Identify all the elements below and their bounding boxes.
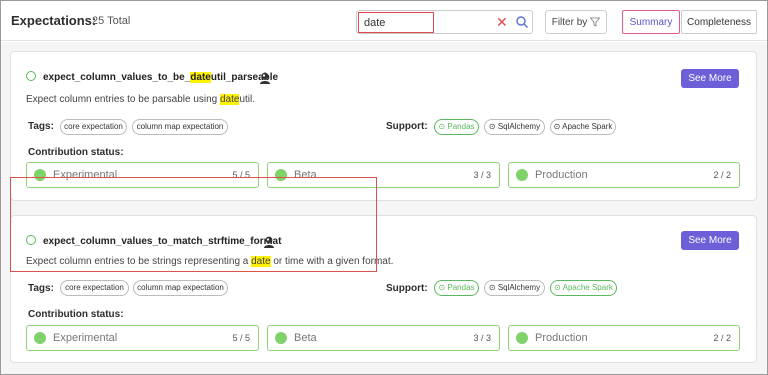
status-production: Production 2 / 2	[508, 325, 740, 351]
check-circle-icon: ⊙	[438, 122, 446, 131]
support-apache-spark: ⊙ Apache Spark	[550, 280, 617, 296]
status-experimental: Experimental 5 / 5	[26, 162, 259, 188]
see-more-button[interactable]: See More	[681, 69, 739, 88]
name-text: expect_column_values_to_be_	[43, 72, 191, 83]
expectations-header: Expectations: 25 Total ✕ Filter by Summa…	[1, 1, 767, 41]
tag-core-expectation: core expectation	[60, 280, 129, 296]
description-highlight: date	[220, 94, 240, 105]
status-production: Production 2 / 2	[508, 162, 740, 188]
expectation-description: Expect column entries to be strings repr…	[26, 256, 393, 267]
support-sqlalchemy: ⊙ SqlAlchemy	[484, 280, 545, 296]
check-circle-icon: ⊙	[438, 283, 446, 292]
status-beta: Beta 3 / 3	[267, 325, 500, 351]
tag-column-map-expectation: column map expectation	[133, 280, 228, 296]
check-circle-icon: ⊙	[488, 283, 496, 292]
status-name: Experimental	[53, 169, 118, 181]
tab-completeness[interactable]: Completeness	[681, 10, 757, 34]
description-text-suffix: or time with a given format.	[270, 256, 394, 267]
status-name: Production	[535, 332, 588, 344]
expectation-name[interactable]: expect_column_values_to_match_strftime_f…	[43, 236, 281, 247]
support-name: Pandas	[447, 283, 475, 292]
contributor-avatar-icon	[264, 236, 274, 248]
check-circle-icon: ⊙	[553, 122, 561, 131]
status-count: 5 / 5	[232, 333, 250, 343]
support-name: SqlAlchemy	[497, 283, 541, 292]
filter-label: Filter by	[551, 16, 588, 28]
contribution-status-label: Contribution status:	[28, 309, 124, 320]
status-name: Beta	[294, 332, 317, 344]
description-text: Expect column entries to be strings repr…	[26, 256, 252, 267]
status-beta: Beta 3 / 3	[267, 162, 500, 188]
contribution-status-label: Contribution status:	[28, 147, 124, 158]
description-text-suffix: util.	[239, 94, 256, 105]
status-count: 3 / 3	[473, 170, 491, 180]
description-highlight: date	[251, 256, 271, 267]
expectation-name[interactable]: expect_column_values_to_be_dateutil_pars…	[43, 72, 278, 83]
support-sqlalchemy: ⊙ SqlAlchemy	[484, 119, 545, 135]
status-experimental: Experimental 5 / 5	[26, 325, 259, 351]
tags-label: Tags:	[28, 283, 54, 294]
support-name: Apache Spark	[562, 283, 613, 292]
status-dot-icon	[34, 332, 46, 344]
filter-button[interactable]: Filter by	[545, 10, 607, 34]
status-count: 2 / 2	[713, 170, 731, 180]
status-dot-icon	[516, 169, 528, 181]
total-count: 25 Total	[92, 15, 131, 27]
see-more-button[interactable]: See More	[681, 231, 739, 250]
expectation-card: expect_column_values_to_match_strftime_f…	[10, 215, 757, 363]
support-pandas: ⊙ Pandas	[434, 119, 479, 135]
support-name: Pandas	[447, 122, 475, 131]
select-radio[interactable]	[26, 235, 36, 245]
page-title: Expectations:	[11, 13, 97, 28]
status-count: 2 / 2	[713, 333, 731, 343]
tag-core-expectation: core expectation	[60, 119, 127, 135]
status-dot-icon	[34, 169, 46, 181]
check-circle-icon: ⊙	[488, 122, 496, 131]
support-label: Support:	[386, 283, 428, 294]
status-name: Production	[535, 169, 588, 181]
tag-column-map-expectation: column map expectation	[132, 119, 228, 135]
search-icon[interactable]	[515, 15, 529, 29]
expectation-description: Expect column entries to be parsable usi…	[26, 94, 255, 105]
status-count: 3 / 3	[473, 333, 491, 343]
tab-summary[interactable]: Summary	[622, 10, 680, 34]
check-circle-icon: ⊙	[554, 283, 561, 292]
name-highlight: date	[190, 72, 211, 83]
contributor-avatar-icon	[260, 72, 270, 84]
status-dot-icon	[516, 332, 528, 344]
status-name: Experimental	[53, 332, 118, 344]
status-dot-icon	[275, 332, 287, 344]
select-radio[interactable]	[26, 71, 36, 81]
support-apache-spark: ⊙ Apache Spark	[550, 119, 616, 135]
support-pandas: ⊙ Pandas	[434, 280, 479, 296]
status-dot-icon	[275, 169, 287, 181]
support-name: Apache Spark	[562, 122, 613, 131]
support-name: SqlAlchemy	[497, 122, 541, 131]
tags-label: Tags:	[28, 121, 54, 132]
funnel-icon	[590, 17, 601, 27]
description-text: Expect column entries to be parsable usi…	[26, 94, 220, 105]
status-count: 5 / 5	[232, 170, 250, 180]
support-label: Support:	[386, 121, 428, 132]
expectation-card: expect_column_values_to_be_dateutil_pars…	[10, 51, 757, 201]
search-input[interactable]	[358, 12, 434, 33]
search-box: ✕	[356, 10, 533, 34]
close-icon[interactable]: ✕	[496, 14, 508, 30]
status-name: Beta	[294, 169, 317, 181]
